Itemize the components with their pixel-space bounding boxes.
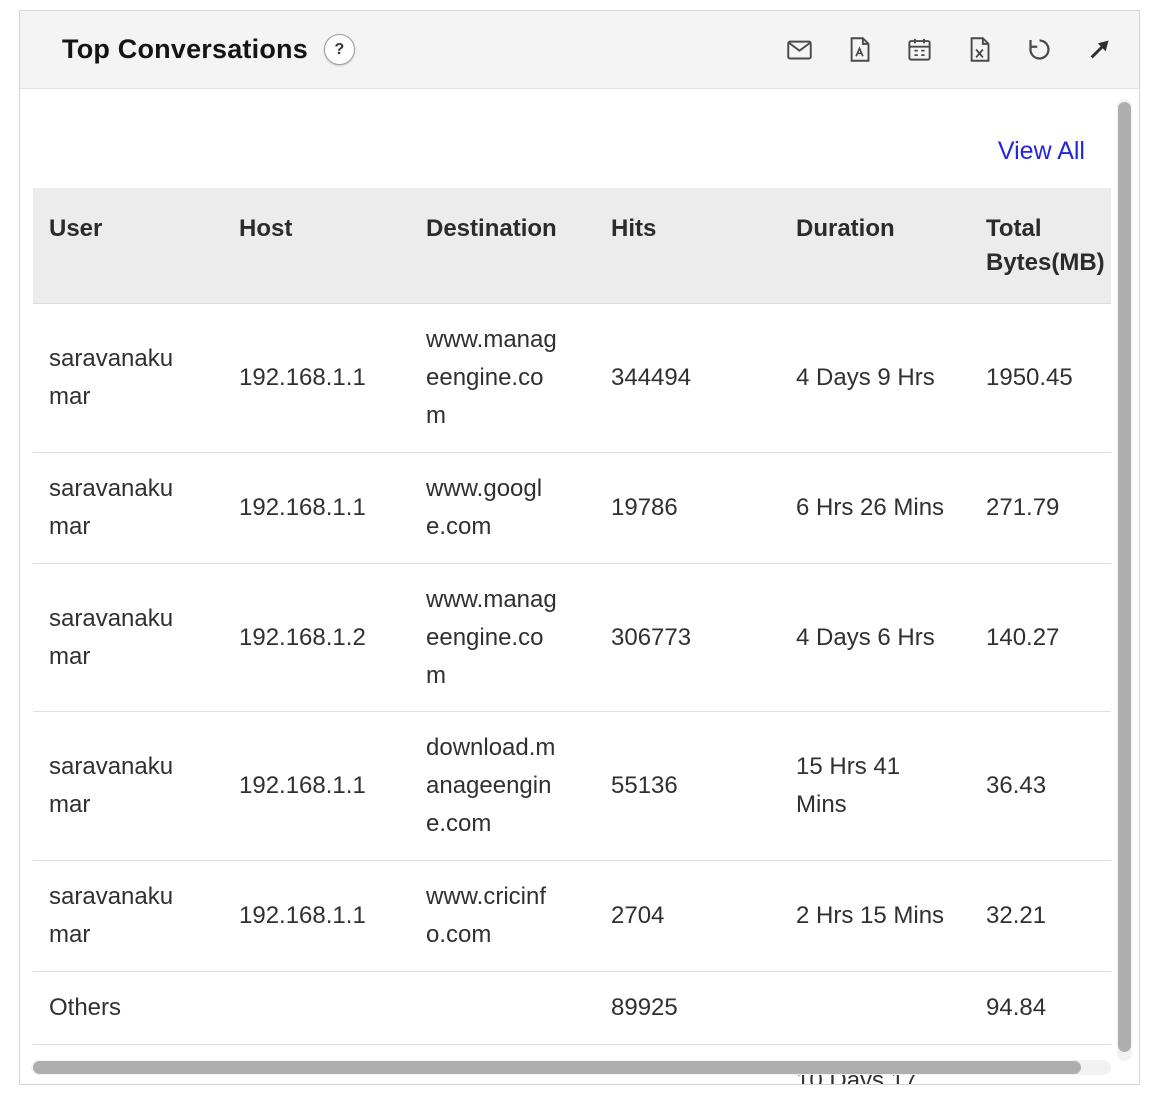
table-row: saravanakumar 192.168.1.2 www.manageengi… xyxy=(33,563,1111,712)
schedule-report-icon[interactable] xyxy=(906,36,933,63)
table-row: saravanakumar 192.168.1.1 www.cricinfo.c… xyxy=(33,861,1111,972)
cell-user: saravanakumar xyxy=(33,304,223,453)
cell-destination: www.manageengine.com xyxy=(410,304,595,453)
excel-export-icon[interactable] xyxy=(966,36,993,63)
cell-host xyxy=(223,971,410,1044)
cell-hits: 55136 xyxy=(595,712,780,861)
cell-total-bytes: 36.43 xyxy=(970,712,1111,861)
cell-destination: download.manageengine.com xyxy=(410,712,595,861)
cell-total-bytes: 94.84 xyxy=(970,971,1111,1044)
table-header-row: User Host Destination Hits Duration Tota… xyxy=(33,188,1111,304)
cell-total-bytes: 271.79 xyxy=(970,452,1111,563)
cell-total-bytes: 140.27 xyxy=(970,563,1111,712)
cell-host: 192.168.1.1 xyxy=(223,712,410,861)
col-header-destination: Destination xyxy=(410,188,595,304)
table-row-others: Others 89925 94.84 xyxy=(33,971,1111,1044)
toolbar xyxy=(786,36,1113,63)
cell-user: Others xyxy=(33,971,223,1044)
cell-hits: 344494 xyxy=(595,304,780,453)
col-header-duration: Duration xyxy=(780,188,970,304)
widget-body: View All User Host Destination Hits Dura… xyxy=(20,89,1139,1084)
cell-hits: 89925 xyxy=(595,971,780,1044)
cell-duration: 4 Days 6 Hrs xyxy=(780,563,970,712)
vertical-scrollbar[interactable] xyxy=(1117,99,1132,1061)
cell-hits: 2704 xyxy=(595,861,780,972)
cell-hits: 19786 xyxy=(595,452,780,563)
cell-user: saravanakumar xyxy=(33,861,223,972)
cell-destination xyxy=(410,971,595,1044)
email-icon[interactable] xyxy=(786,36,813,63)
col-header-host: Host xyxy=(223,188,410,304)
top-conversations-table: User Host Destination Hits Duration Tota… xyxy=(33,188,1111,1085)
cell-host: 192.168.1.1 xyxy=(223,861,410,972)
horizontal-scrollbar[interactable] xyxy=(31,1060,1111,1075)
cell-user: saravanakumar xyxy=(33,452,223,563)
cell-destination: www.cricinfo.com xyxy=(410,861,595,972)
cell-host: 192.168.1.1 xyxy=(223,304,410,453)
help-icon[interactable]: ? xyxy=(324,34,355,65)
col-header-total-bytes: Total Bytes(MB) xyxy=(970,188,1111,304)
col-header-user: User xyxy=(33,188,223,304)
pdf-export-icon[interactable] xyxy=(846,36,873,63)
title-wrap: Top Conversations ? xyxy=(62,34,355,65)
page-title: Top Conversations xyxy=(62,34,308,65)
horizontal-scrollbar-thumb[interactable] xyxy=(33,1061,1081,1074)
view-all-link[interactable]: View All xyxy=(998,137,1085,165)
cell-total-bytes: 32.21 xyxy=(970,861,1111,972)
cell-destination: www.google.com xyxy=(410,452,595,563)
cell-user: saravanakumar xyxy=(33,712,223,861)
expand-icon[interactable] xyxy=(1086,36,1113,63)
widget-header: Top Conversations ? xyxy=(20,11,1139,89)
cell-duration: 4 Days 9 Hrs xyxy=(780,304,970,453)
vertical-scrollbar-thumb[interactable] xyxy=(1118,102,1131,1052)
cell-total-bytes: 1950.45 xyxy=(970,304,1111,453)
table-row: saravanakumar 192.168.1.1 www.google.com… xyxy=(33,452,1111,563)
cell-duration: 6 Hrs 26 Mins xyxy=(780,452,970,563)
top-conversations-widget: Top Conversations ? xyxy=(19,10,1140,1085)
cell-destination: www.manageengine.com xyxy=(410,563,595,712)
table-row: saravanakumar 192.168.1.1 download.manag… xyxy=(33,712,1111,861)
cell-duration: 2 Hrs 15 Mins xyxy=(780,861,970,972)
cell-duration: 15 Hrs 41 Mins xyxy=(780,712,970,861)
cell-hits: 306773 xyxy=(595,563,780,712)
cell-host: 192.168.1.2 xyxy=(223,563,410,712)
col-header-hits: Hits xyxy=(595,188,780,304)
cell-host: 192.168.1.1 xyxy=(223,452,410,563)
cell-duration xyxy=(780,971,970,1044)
refresh-icon[interactable] xyxy=(1026,36,1053,63)
table-row: saravanakumar 192.168.1.1 www.manageengi… xyxy=(33,304,1111,453)
cell-user: saravanakumar xyxy=(33,563,223,712)
view-all-row: View All xyxy=(20,89,1139,188)
